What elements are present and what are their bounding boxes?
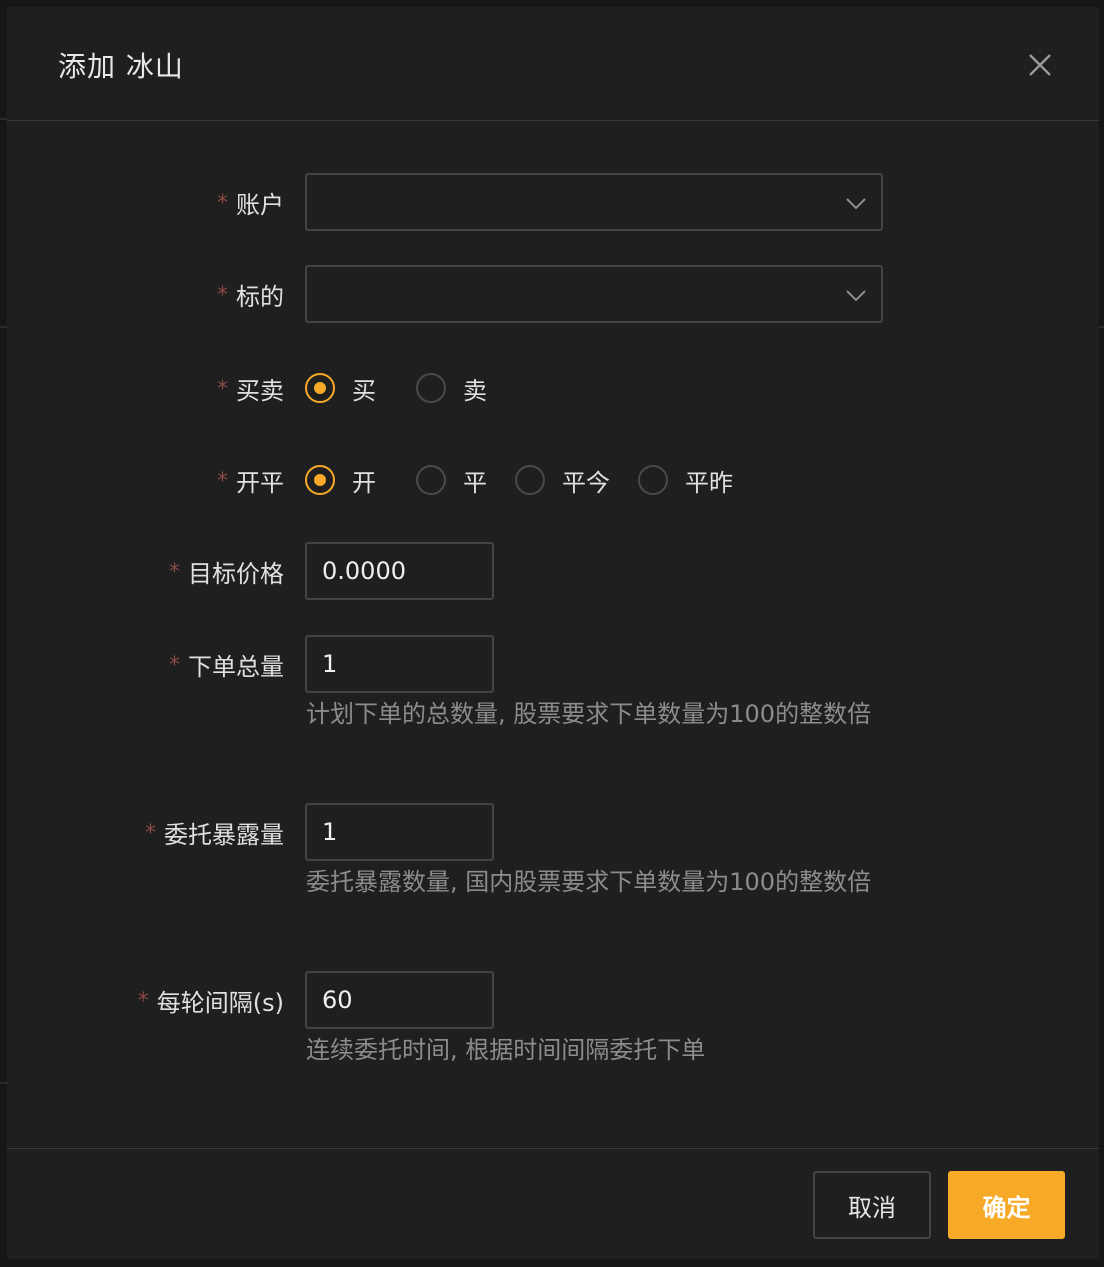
interval-help: 连续委托时间, 根据时间间隔委托下单	[306, 1036, 706, 1064]
required-mark: *	[169, 652, 180, 678]
target-price-label: * 目标价格	[169, 542, 284, 600]
offset-option-close-yesterday[interactable]: 平昨	[638, 463, 733, 498]
total-qty-label: * 下单总量	[169, 635, 284, 693]
target-price-label-text: 目标价格	[188, 559, 284, 588]
background-divider	[0, 1082, 7, 1084]
side-label: * 买卖	[217, 359, 284, 417]
side-option-label: 买	[352, 376, 376, 405]
exposure-qty-label-text: 委托暴露量	[164, 820, 284, 849]
radio-button[interactable]	[515, 465, 545, 495]
side-option-sell[interactable]: 卖	[416, 371, 487, 406]
required-mark: *	[217, 376, 228, 402]
account-label-text: 账户	[236, 190, 284, 219]
offset-option-label: 平	[463, 468, 487, 497]
required-mark: *	[217, 190, 228, 216]
offset-option-close[interactable]: 平	[416, 463, 487, 498]
exposure-qty-help: 委托暴露数量, 国内股票要求下单数量为100的整数倍	[306, 868, 872, 896]
radio-button[interactable]	[416, 465, 446, 495]
interval-label: * 每轮间隔(s)	[138, 971, 284, 1029]
offset-option-label: 平今	[562, 468, 610, 497]
symbol-select[interactable]	[305, 265, 883, 323]
close-button[interactable]	[1024, 49, 1056, 81]
offset-option-open[interactable]: 开	[305, 463, 376, 498]
cancel-button[interactable]: 取消	[813, 1171, 931, 1239]
symbol-label: * 标的	[217, 265, 284, 323]
required-mark: *	[169, 559, 180, 585]
radio-button-checked[interactable]	[305, 373, 335, 403]
side-option-label: 卖	[463, 376, 487, 405]
total-qty-input[interactable]: 1	[305, 635, 494, 693]
offset-label-text: 开平	[236, 468, 284, 497]
interval-input[interactable]: 60	[305, 971, 494, 1029]
background-divider	[1099, 326, 1104, 328]
offset-option-label: 开	[352, 468, 376, 497]
background-divider	[0, 326, 7, 328]
confirm-button[interactable]: 确定	[948, 1171, 1065, 1239]
offset-option-label: 平昨	[685, 468, 733, 497]
symbol-label-text: 标的	[236, 282, 284, 311]
chevron-down-icon	[846, 198, 866, 210]
side-radio-group: 买 卖	[305, 359, 515, 417]
dialog-title: 添加 冰山	[58, 50, 184, 83]
required-mark: *	[137, 988, 149, 1014]
radio-button-checked[interactable]	[305, 465, 335, 495]
radio-button[interactable]	[416, 373, 446, 403]
required-mark: *	[217, 282, 228, 308]
target-price-input[interactable]: 0.0000	[305, 542, 494, 600]
account-select[interactable]	[305, 173, 883, 231]
radio-button[interactable]	[638, 465, 668, 495]
total-qty-help: 计划下单的总数量, 股票要求下单数量为100的整数倍	[306, 700, 872, 728]
offset-option-close-today[interactable]: 平今	[515, 463, 610, 498]
account-label: * 账户	[217, 173, 284, 231]
side-option-buy[interactable]: 买	[305, 371, 376, 406]
offset-label: * 开平	[217, 451, 284, 509]
side-label-text: 买卖	[236, 376, 284, 405]
dialog-footer: 取消 确定	[7, 1148, 1099, 1259]
close-icon	[1029, 54, 1051, 76]
total-qty-label-text: 下单总量	[188, 652, 284, 681]
dialog-header: 添加 冰山	[7, 7, 1099, 121]
interval-label-text: 每轮间隔(s)	[156, 988, 284, 1017]
exposure-qty-label: * 委托暴露量	[145, 803, 284, 861]
chevron-down-icon	[846, 290, 866, 302]
add-iceberg-dialog: 添加 冰山 * 账户 * 标的 * 买卖 买 卖 * 开平 开 平 平今 平昨 …	[7, 7, 1099, 1259]
offset-radio-group: 开 平 平今 平昨	[305, 451, 761, 509]
exposure-qty-input[interactable]: 1	[305, 803, 494, 861]
required-mark: *	[217, 468, 228, 494]
required-mark: *	[145, 820, 156, 846]
background-divider	[0, 118, 7, 120]
